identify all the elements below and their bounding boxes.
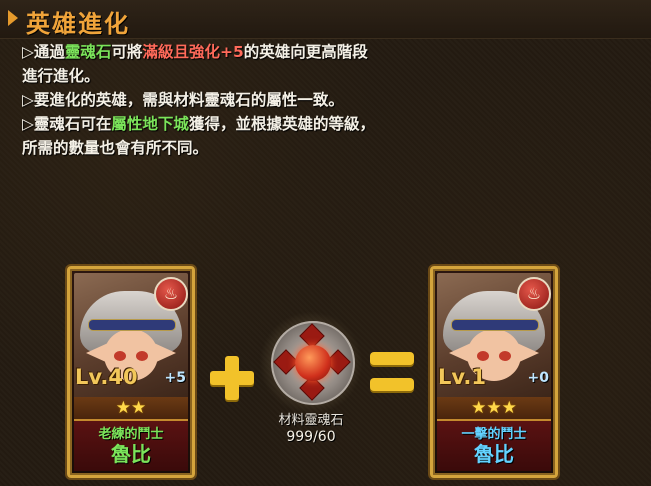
desc-text: 的英雄向更高階段: [243, 43, 368, 61]
hero-title: 老練的鬥士: [98, 427, 164, 442]
name-plate: 老練的鬥士 魯比: [74, 419, 188, 471]
plus-bar: [225, 356, 239, 400]
hero-title: 一擊的鬥士: [461, 427, 527, 442]
dungeon-highlight: 屬性地下城: [111, 115, 189, 133]
hero-level: Lv.40: [75, 365, 138, 389]
star-rating: ★★: [115, 398, 147, 418]
title-arrow-icon: [8, 10, 18, 26]
hero-eye: [136, 351, 148, 361]
desc-text: 獲得，並根據英雄的等級，: [188, 115, 375, 133]
source-hero-card[interactable]: ♨ Lv.40 +5 ★★ 老練的鬥士 魯比: [67, 266, 195, 478]
hero-name: 魯比: [111, 442, 151, 466]
desc-line-2: 進行進化。: [22, 67, 100, 85]
hero-headband: [88, 319, 176, 331]
description: ▷通過靈魂石可將滿級且強化+5的英雄向更高階段 進行進化。 ▷要進化的英雄，需與…: [22, 40, 622, 160]
enhance-level: +0: [527, 370, 549, 386]
section-title: 英雄進化: [26, 10, 130, 38]
star-rating: ★★★: [471, 398, 517, 418]
hero-headband: [451, 319, 539, 331]
hero-eye: [114, 351, 126, 361]
fire-element-icon: ♨: [154, 277, 188, 311]
equals-bar: [370, 378, 414, 391]
star-strip: ★★: [74, 397, 188, 419]
desc-text: ▷通過: [22, 43, 65, 61]
equals-icon: [370, 352, 414, 394]
soul-stone-icon[interactable]: [271, 321, 355, 405]
hero-eye: [477, 351, 489, 361]
desc-line-4: ▷靈魂石可在屬性地下城獲得，並根據英雄的等級，: [22, 112, 622, 136]
enhance-level: +5: [164, 370, 186, 386]
desc-text: 可將: [111, 43, 143, 61]
name-plate: 一擊的鬥士 魯比: [437, 419, 551, 471]
material-count: 999/60: [286, 429, 336, 445]
desc-line-1: ▷通過靈魂石可將滿級且強化+5的英雄向更高階段: [22, 40, 622, 64]
result-hero-card[interactable]: ♨ Lv.1 +0 ★★★ 一擊的鬥士 魯比: [430, 266, 558, 478]
condition-highlight: 滿級且強化+5: [142, 43, 244, 61]
stone-core: [295, 345, 331, 381]
material-label: 材料靈魂石: [278, 413, 344, 428]
hero-eye: [499, 351, 511, 361]
hero-level: Lv.1: [438, 365, 486, 389]
hero-name: 魯比: [474, 442, 514, 466]
plus-icon: [210, 356, 254, 400]
soul-stone-highlight: 靈魂石: [64, 43, 112, 61]
star-strip: ★★★: [437, 397, 551, 419]
desc-line-3: ▷要進化的英雄，需與材料靈魂石的屬性一致。: [22, 91, 344, 109]
desc-text: ▷靈魂石可在: [22, 115, 112, 133]
desc-line-5: 所需的數量也會有所不同。: [22, 139, 209, 157]
fire-element-icon: ♨: [517, 277, 551, 311]
equals-bar: [370, 352, 414, 365]
